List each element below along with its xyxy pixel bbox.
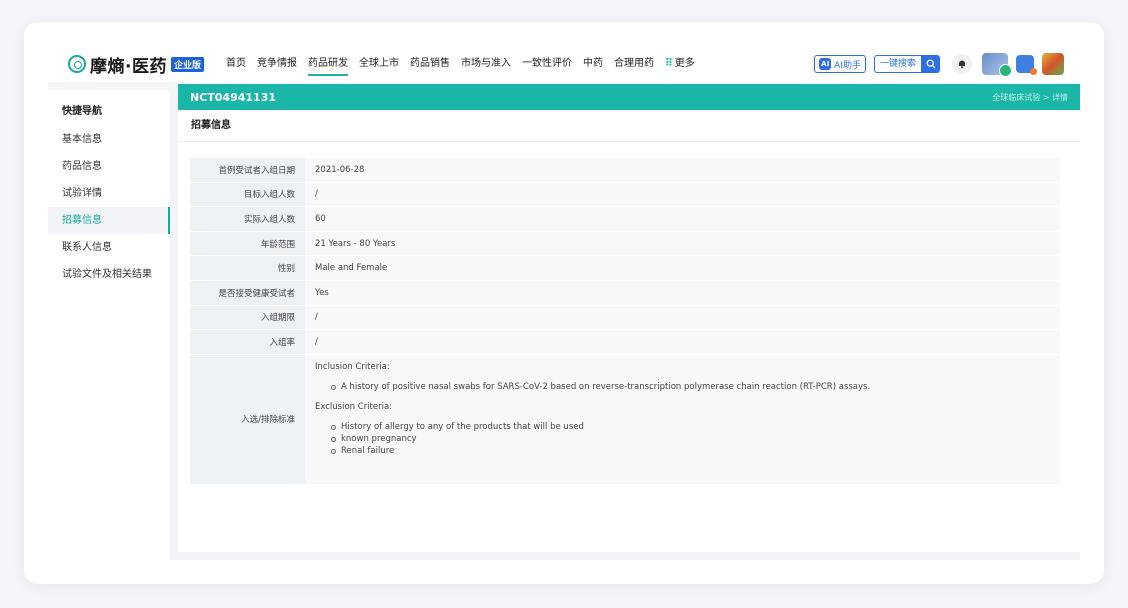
row-value: /: [315, 312, 318, 323]
logo-icon: [68, 55, 86, 73]
more-label: 更多: [674, 58, 695, 69]
edition-badge: 企业版: [170, 56, 204, 72]
book-app-icon[interactable]: [1016, 55, 1037, 75]
quick-nav-sidebar: 快捷导航 基本信息 药品信息 试验详情 招募信息 联系人信息 试验文件及相关结果: [48, 90, 170, 560]
table-row: 入组率 /: [190, 330, 1060, 355]
row-key: 入组率: [190, 330, 305, 354]
table-row: 性别 Male and Female: [190, 256, 1060, 281]
menu-item-tcm[interactable]: 中药: [583, 46, 603, 82]
ai-assistant-label: AI助手: [834, 60, 861, 71]
list-item: known pregnancy: [331, 433, 870, 445]
criteria-content: Inclusion Criteria: A history of positiv…: [305, 355, 870, 484]
grid-icon: ⠿: [664, 58, 673, 69]
table-row: 年龄范围 21 Years - 80 Years: [190, 231, 1060, 257]
list-item: A history of positive nasal swabs for SA…: [331, 381, 870, 393]
row-key: 入选/排除标准: [190, 354, 305, 484]
brand-name: 摩熵·医药: [90, 56, 167, 77]
sidebar-item-basic-info[interactable]: 基本信息: [48, 126, 170, 153]
table-row: 是否接受健康受试者 Yes: [190, 280, 1060, 306]
table-row: 实际入组人数 60: [190, 207, 1060, 232]
section-title: 招募信息: [178, 110, 1080, 142]
sidebar-item-drug-info[interactable]: 药品信息: [48, 153, 170, 180]
sidebar-item-documents-results[interactable]: 试验文件及相关结果: [48, 261, 170, 288]
inclusion-heading: Inclusion Criteria:: [315, 361, 390, 372]
menu-item-more[interactable]: ⠿ 更多: [665, 46, 695, 82]
row-value: /: [315, 189, 318, 200]
trial-id: NCT04941131: [190, 90, 277, 104]
search-icon[interactable]: [922, 55, 940, 73]
brand-logo[interactable]: 摩熵·医药 企业版: [68, 46, 204, 82]
recruitment-table: 首例受试者入组日期 2021-06-28 目标入组人数 / 实际入组人数 60 …: [190, 158, 1060, 485]
table-row: 目标入组人数 /: [190, 182, 1060, 208]
main-content: NCT04941131 全球临床试验 > 详情 招募信息 首例受试者入组日期 2…: [178, 84, 1080, 552]
trial-header: NCT04941131 全球临床试验 > 详情: [178, 84, 1080, 110]
avatar[interactable]: [1042, 53, 1064, 75]
exclusion-list: History of allergy to any of the product…: [331, 421, 870, 457]
k-app-icon[interactable]: [982, 53, 1012, 77]
ai-assistant-button[interactable]: AI AI助手: [814, 55, 866, 73]
row-key: 入组期限: [190, 305, 305, 330]
menu-item-consistency-eval[interactable]: 一致性评价: [522, 46, 572, 82]
breadcrumb[interactable]: 全球临床试验 > 详情: [992, 92, 1068, 103]
sidebar-title: 快捷导航: [62, 106, 102, 117]
exclusion-heading: Exclusion Criteria:: [315, 401, 393, 412]
sidebar-item-contacts[interactable]: 联系人信息: [48, 234, 170, 261]
app-container: 摩熵·医药 企业版 首页 竞争情报 药品研发 全球上市 药品销售 市场与准入 一…: [48, 46, 1080, 560]
menu-item-drug-rd[interactable]: 药品研发: [307, 46, 348, 82]
row-value: Male and Female: [315, 263, 388, 274]
bell-icon[interactable]: [952, 54, 972, 74]
top-nav: 摩熵·医药 企业版 首页 竞争情报 药品研发 全球上市 药品销售 市场与准入 一…: [48, 46, 1080, 82]
row-value: /: [315, 336, 318, 347]
ai-assistant-icon: AI: [819, 58, 832, 70]
quick-search-button[interactable]: 一键搜索: [873, 55, 940, 73]
menu-item-home[interactable]: 首页: [226, 46, 246, 82]
row-key: 年龄范围: [190, 231, 305, 256]
toolbar: AI AI助手 一键搜索: [814, 46, 1064, 82]
list-item: Renal failure: [331, 445, 870, 457]
table-row: 入组期限 /: [190, 305, 1060, 331]
row-value: 21 Years - 80 Years: [315, 238, 396, 249]
sidebar-item-trial-details[interactable]: 试验详情: [48, 180, 170, 207]
table-row: 首例受试者入组日期 2021-06-28: [190, 158, 1060, 183]
row-value: 2021-06-28: [315, 164, 365, 175]
row-key: 首例受试者入组日期: [190, 158, 305, 182]
row-key: 性别: [190, 256, 305, 280]
list-item: History of allergy to any of the product…: [331, 421, 870, 433]
menu-item-competitive-intel[interactable]: 竞争情报: [257, 46, 297, 82]
row-value: 60: [315, 213, 326, 224]
menu-item-market-access[interactable]: 市场与准入: [461, 46, 511, 82]
criteria-row: 入选/排除标准 Inclusion Criteria: A history of…: [190, 354, 1060, 485]
inclusion-list: A history of positive nasal swabs for SA…: [331, 381, 870, 393]
quick-search-label: 一键搜索: [873, 55, 922, 73]
row-key: 目标入组人数: [190, 182, 305, 207]
menu-item-rational-drug-use[interactable]: 合理用药: [614, 46, 654, 82]
sidebar-item-recruitment[interactable]: 招募信息: [48, 207, 170, 234]
menu-item-drug-sales[interactable]: 药品销售: [410, 46, 450, 82]
row-key: 实际入组人数: [190, 207, 305, 231]
row-value: Yes: [315, 287, 329, 298]
main-menu: 首页 竞争情报 药品研发 全球上市 药品销售 市场与准入 一致性评价 中药 合理…: [226, 46, 706, 82]
row-key: 是否接受健康受试者: [190, 280, 305, 305]
menu-item-global-launch[interactable]: 全球上市: [359, 46, 399, 82]
